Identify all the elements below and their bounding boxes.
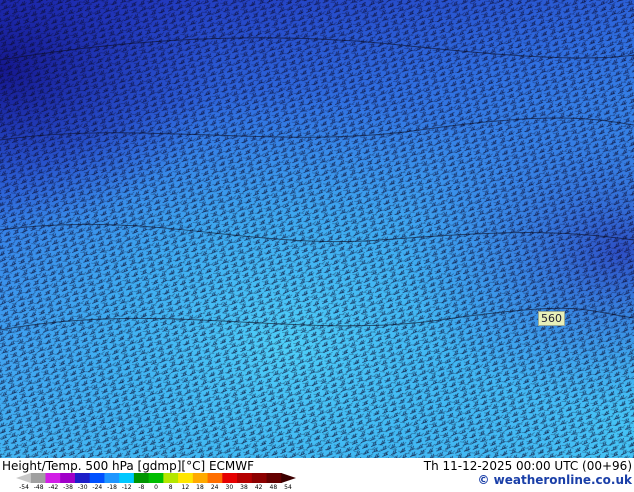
legend-swatch: [16, 473, 31, 483]
color-scale-legend: [16, 473, 296, 483]
legend-swatch: [74, 473, 91, 483]
legend-swatch: [60, 473, 76, 483]
legend-swatch: [178, 473, 194, 483]
map-footer: Height/Temp. 500 hPa [gdmp][°C] ECMWF Th…: [0, 458, 634, 492]
legend-swatch: [237, 473, 253, 483]
legend-swatch: [222, 473, 238, 483]
legend-swatch: [251, 473, 268, 483]
legend-swatch: [89, 473, 105, 483]
legend-tick-labels: -54 -48 -42 -38 -30 -24 -18 -12 -8 0 8 12 18 24 30 38 42…: [0, 484, 300, 492]
legend-swatch: [45, 473, 61, 483]
legend-swatch: [163, 473, 179, 483]
legend-swatch: [104, 473, 120, 483]
forecast-datetime: Th 11-12-2025 00:00 UTC (00+96): [423, 459, 632, 473]
legend-swatch: [30, 473, 46, 483]
legend-swatch: [133, 473, 150, 483]
legend-swatch: [119, 473, 135, 483]
legend-swatch: [148, 473, 164, 483]
credit-link[interactable]: © weatheronline.co.uk: [477, 473, 632, 487]
temperature-field: [0, 0, 634, 458]
contour-label: 560: [538, 311, 565, 326]
map-title: Height/Temp. 500 hPa [gdmp][°C] ECMWF: [2, 459, 255, 473]
weather-map: 560: [0, 0, 634, 458]
legend-swatch: [192, 473, 209, 483]
legend-swatch: [266, 473, 282, 483]
legend-swatch: [281, 473, 296, 483]
legend-swatch: [207, 473, 223, 483]
